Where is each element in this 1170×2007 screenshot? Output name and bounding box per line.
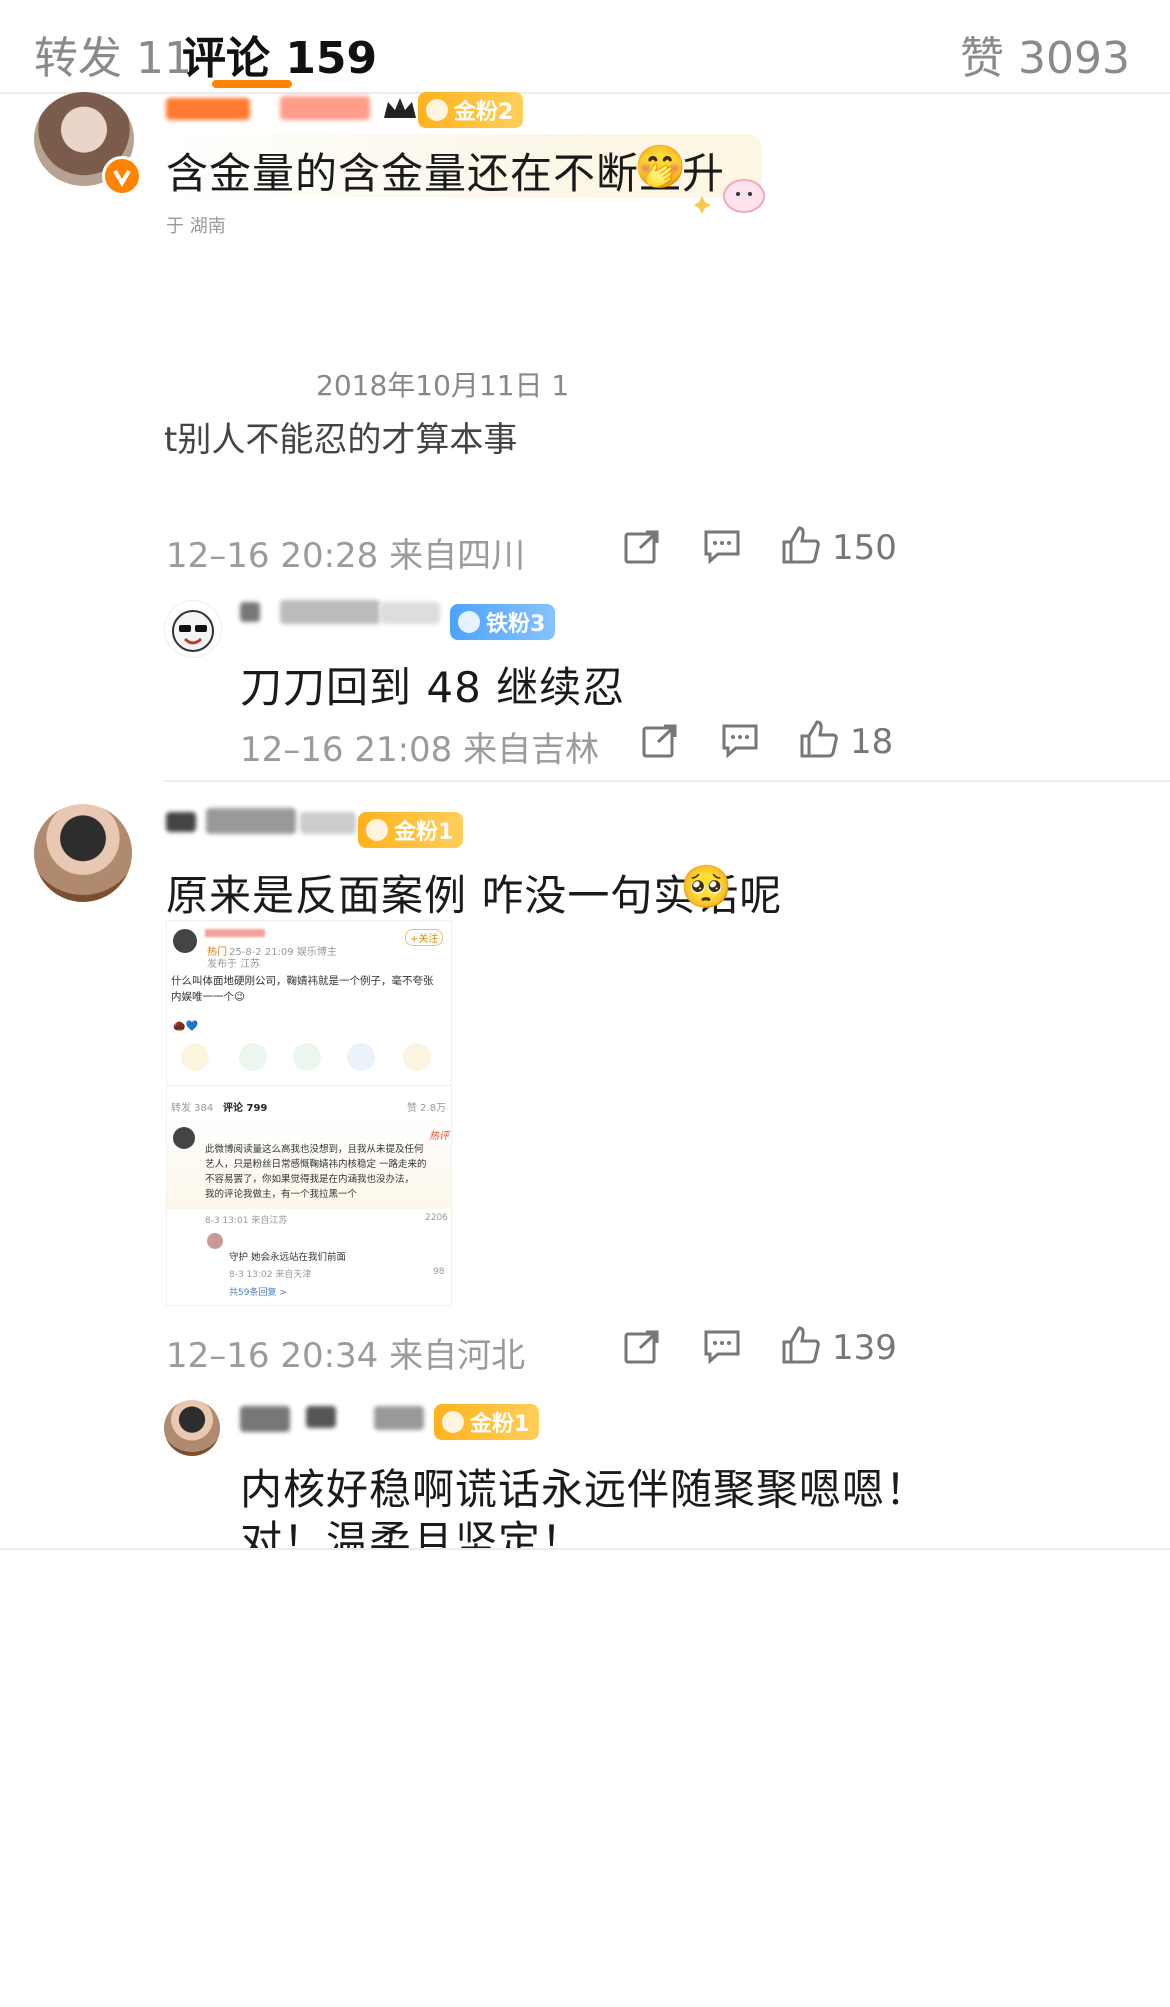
reply-text: 此微博阅读量这么高我也没想到，且我从未提及任何 bbox=[205, 1144, 424, 1155]
repost-count: 转发 384 bbox=[171, 1103, 214, 1114]
comment-icon[interactable] bbox=[704, 530, 740, 568]
embedded-screenshot[interactable]: +关注 热门 25-8-2 21:09 娱乐博主 发布于 江苏 什么叫体面地硬刚… bbox=[166, 920, 452, 1306]
username-blurred[interactable] bbox=[380, 602, 440, 624]
reply-meta: 8-3 13:02 来自天津 bbox=[229, 1270, 312, 1280]
comment-meta: 12–16 21:08 来自吉林 bbox=[240, 730, 600, 770]
share-icon[interactable] bbox=[624, 530, 660, 568]
fan-badge: 金粉2 bbox=[418, 92, 524, 128]
emoji: 🥺 bbox=[680, 862, 733, 911]
follow-button: +关注 bbox=[405, 929, 444, 946]
comment-meta: 12–16 20:28 来自四川 bbox=[166, 536, 526, 576]
sparkle-bunny-icon bbox=[694, 170, 774, 216]
hot-comment-label: 热评 bbox=[429, 1131, 449, 1142]
post-text: 内娱唯一一个😉 bbox=[171, 991, 245, 1003]
avatar bbox=[173, 929, 197, 953]
reply-text: 我的评论我做主，有一个我拉黑一个 bbox=[205, 1189, 358, 1200]
fan-badge: 铁粉3 bbox=[450, 604, 556, 640]
post-text: 什么叫体面地硬刚公司，鞠婧祎就是一个例子，毫不夸张 bbox=[171, 975, 434, 987]
emoji: 🤭 bbox=[634, 142, 687, 191]
post-location: 发布于 江苏 bbox=[207, 959, 261, 970]
avatar[interactable] bbox=[34, 804, 132, 902]
more-replies-link: 共59条回复 > bbox=[229, 1288, 287, 1298]
avatar[interactable] bbox=[164, 600, 222, 658]
embedded-quote: t别人不能忍的才算本事 bbox=[164, 420, 518, 460]
action-icon bbox=[181, 1043, 209, 1071]
active-tab-indicator bbox=[212, 80, 292, 88]
crown-icon bbox=[382, 96, 418, 122]
username-blurred[interactable] bbox=[374, 1406, 424, 1430]
username-blurred[interactable] bbox=[206, 808, 296, 834]
username-blurred[interactable] bbox=[306, 1406, 336, 1428]
username-blurred bbox=[205, 929, 265, 937]
like-icon[interactable] bbox=[782, 1326, 820, 1368]
username-blurred[interactable] bbox=[166, 812, 196, 832]
reply-likes: 2206 bbox=[425, 1213, 448, 1223]
more-share-icon bbox=[403, 1043, 431, 1071]
comment-text: 刀刀回到 48 继续忍 bbox=[240, 663, 626, 712]
like-count: 150 bbox=[832, 528, 897, 568]
like-icon[interactable] bbox=[800, 720, 838, 762]
blank-area bbox=[0, 1550, 1170, 2007]
comment-icon[interactable] bbox=[704, 1330, 740, 1368]
reply-text: 不容易罢了，你如果觉得我是在内涵我也没办法， bbox=[205, 1174, 415, 1185]
username-blurred[interactable] bbox=[280, 96, 370, 120]
like-count: 139 bbox=[832, 1328, 897, 1368]
reply-text: 艺人，只是粉丝日常感慨鞠婧祎内核稳定 一路走来的 bbox=[205, 1159, 427, 1170]
emoji: 🌰💙 bbox=[173, 1021, 198, 1032]
username-blurred[interactable] bbox=[240, 602, 260, 622]
username-blurred[interactable] bbox=[300, 812, 356, 834]
username-blurred[interactable] bbox=[240, 1406, 290, 1432]
reply-likes: 98 bbox=[433, 1267, 445, 1277]
embedded-date: 2018年10月11日 1 bbox=[316, 369, 570, 402]
fan-badge: 金粉1 bbox=[434, 1404, 540, 1440]
reply-text: 守护 她会永远站在我们前面 bbox=[229, 1252, 347, 1263]
reply-meta: 8-3 13:01 来自江苏 bbox=[205, 1216, 288, 1226]
username-blurred[interactable] bbox=[280, 600, 380, 624]
tab-likes[interactable]: 赞 3093 bbox=[960, 22, 1130, 86]
like-icon[interactable] bbox=[782, 526, 820, 568]
divider bbox=[167, 1085, 451, 1086]
tab-comments[interactable]: 评论 159 bbox=[182, 22, 377, 86]
comment-count: 评论 799 bbox=[223, 1103, 268, 1114]
location-label: 于 湖南 bbox=[166, 216, 226, 237]
fan-badge: 金粉1 bbox=[358, 812, 464, 848]
wechat-icon bbox=[239, 1043, 267, 1071]
tab-repost[interactable]: 转发 11 bbox=[34, 22, 192, 86]
username-blurred[interactable] bbox=[166, 98, 250, 120]
avatar bbox=[173, 1127, 195, 1149]
verified-icon bbox=[102, 156, 142, 196]
comment-icon[interactable] bbox=[722, 724, 758, 762]
qq-icon bbox=[347, 1043, 375, 1071]
moments-icon bbox=[293, 1043, 321, 1071]
avatar[interactable] bbox=[164, 1400, 220, 1456]
like-count: 赞 2.8万 bbox=[407, 1103, 447, 1114]
share-icon[interactable] bbox=[624, 1330, 660, 1368]
share-icon[interactable] bbox=[642, 724, 678, 762]
avatar bbox=[207, 1233, 223, 1249]
comment-meta: 12–16 20:34 来自河北 bbox=[166, 1336, 526, 1376]
header-divider bbox=[0, 92, 1170, 94]
like-count: 18 bbox=[850, 722, 894, 762]
comment-divider bbox=[164, 780, 1170, 782]
